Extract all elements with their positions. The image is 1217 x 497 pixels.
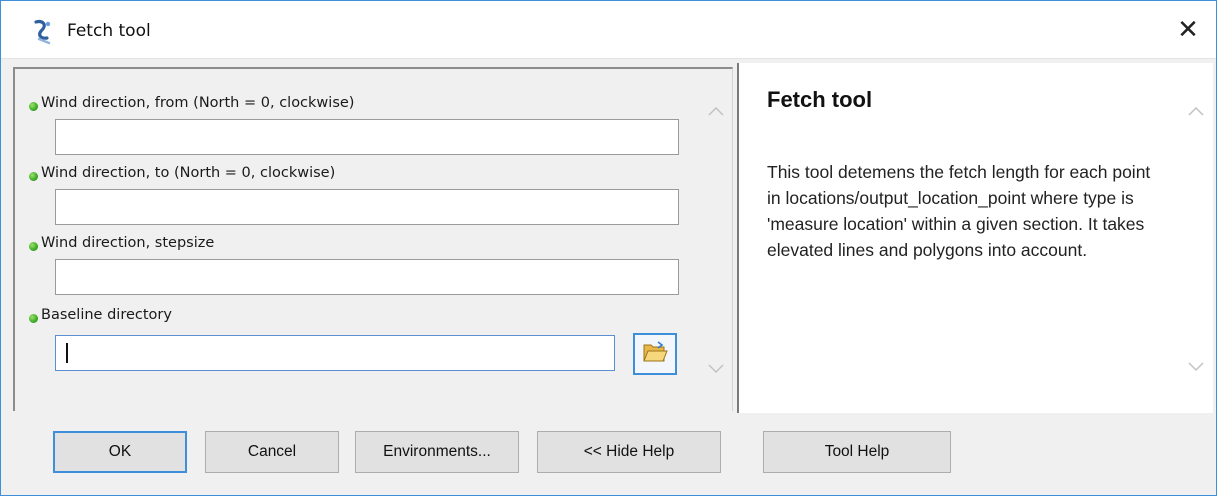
text-caret (66, 343, 68, 363)
title-bar[interactable]: Fetch tool ✕ (1, 1, 1216, 59)
window-title: Fetch tool (67, 21, 151, 41)
help-description: This tool detemens the fetch length for … (767, 162, 1151, 260)
baseline-directory-input[interactable] (55, 335, 615, 371)
help-pane[interactable]: Fetch tool This tool detemens the fetch … (737, 63, 1213, 413)
chevron-up-icon (707, 103, 725, 121)
param-label-baseline-directory: Baseline directory (41, 307, 172, 323)
required-bullet-icon (29, 242, 38, 251)
param-label-wind-to: Wind direction, to (North = 0, clockwise… (41, 165, 336, 181)
param-label-stepsize: Wind direction, stepsize (41, 235, 215, 251)
params-scroll-up[interactable] (705, 101, 727, 123)
fetch-tool-dialog: Fetch tool ✕ Wind direction, from (North… (0, 0, 1217, 496)
chevron-down-icon (1187, 359, 1205, 377)
folder-open-icon (642, 340, 668, 368)
help-scroll-down[interactable] (1185, 357, 1207, 379)
ok-button[interactable]: OK (53, 431, 187, 473)
hide-help-button[interactable]: << Hide Help (537, 431, 721, 473)
help-scroll-up[interactable] (1185, 101, 1207, 123)
close-icon: ✕ (1177, 15, 1199, 45)
cancel-button[interactable]: Cancel (205, 431, 339, 473)
wind-direction-to-input[interactable] (55, 189, 679, 225)
params-scroll-down[interactable] (705, 359, 727, 381)
chevron-up-icon (1187, 103, 1205, 121)
required-bullet-icon (29, 314, 38, 323)
required-bullet-icon (29, 172, 38, 181)
chevron-down-icon (707, 361, 725, 379)
browse-folder-button[interactable] (633, 333, 677, 375)
dialog-button-row: OK Cancel Environments... << Hide Help T… (1, 421, 1216, 497)
parameters-pane[interactable]: Wind direction, from (North = 0, clockwi… (13, 67, 733, 411)
tool-help-button[interactable]: Tool Help (763, 431, 951, 473)
wind-direction-from-input[interactable] (55, 119, 679, 155)
wind-direction-stepsize-input[interactable] (55, 259, 679, 295)
environments-button[interactable]: Environments... (355, 431, 519, 473)
help-title: Fetch tool (767, 87, 873, 112)
tool-script-icon (31, 19, 53, 45)
close-button[interactable]: ✕ (1168, 11, 1208, 49)
required-bullet-icon (29, 102, 38, 111)
param-label-wind-from: Wind direction, from (North = 0, clockwi… (41, 95, 355, 111)
